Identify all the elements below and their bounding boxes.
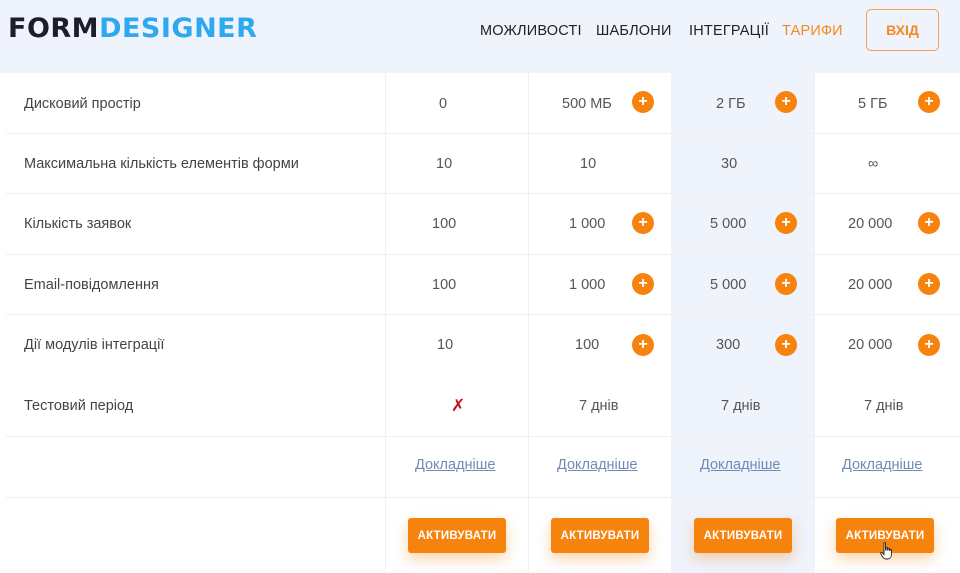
- nav-item-integrations[interactable]: ІНТЕГРАЦІЇ: [689, 21, 769, 41]
- activate-button[interactable]: АКТИВУВАТИ: [408, 518, 506, 553]
- add-icon[interactable]: +: [775, 334, 797, 356]
- logo-designer-text: DESIGNER: [99, 12, 258, 44]
- more-link[interactable]: Докладніше: [700, 457, 780, 473]
- table-row: Email-повідомлення 100 1 000 + 5 000 + 2…: [6, 254, 960, 315]
- row-label: Email-повідомлення: [24, 276, 159, 293]
- cell-value: 100: [432, 276, 457, 293]
- add-icon[interactable]: +: [918, 212, 940, 234]
- cell-value: 10: [436, 155, 453, 172]
- site-header: FORM DESIGNER МОЖЛИВОСТІ ШАБЛОНИ ІНТЕГРАЦ…: [0, 0, 960, 73]
- nav-item-features[interactable]: МОЖЛИВОСТІ: [480, 21, 582, 41]
- add-icon[interactable]: +: [775, 212, 797, 234]
- cross-icon: ✗: [451, 395, 466, 415]
- add-icon[interactable]: +: [632, 91, 654, 113]
- hand-cursor-icon: [880, 542, 892, 560]
- activate-button[interactable]: АКТИВУВАТИ: [551, 518, 649, 553]
- row-divider: [6, 497, 960, 498]
- row-divider: [6, 436, 960, 437]
- row-label: Дії модулів інтеграції: [24, 336, 165, 353]
- table-row: Максимальна кількість елементів форми 10…: [6, 133, 960, 194]
- table-row: Кількість заявок 100 1 000 + 5 000 + 20 …: [6, 193, 960, 254]
- cell-value: 1 000: [569, 215, 606, 232]
- add-icon[interactable]: +: [632, 334, 654, 356]
- add-icon[interactable]: +: [918, 273, 940, 295]
- login-button[interactable]: ВХІД: [866, 9, 939, 51]
- cell-value: 500 МБ: [562, 95, 612, 112]
- cell-value: 10: [437, 336, 454, 353]
- cell-value: 0: [439, 95, 448, 112]
- cell-value: 20 000: [848, 276, 893, 293]
- row-label: Максимальна кількість елементів форми: [24, 155, 299, 172]
- add-icon[interactable]: +: [775, 273, 797, 295]
- cell-value: 300: [716, 336, 741, 353]
- row-label: Дисковий простір: [24, 95, 141, 112]
- cell-value: 7 днів: [579, 397, 619, 414]
- more-link[interactable]: Докладніше: [415, 457, 495, 473]
- more-link[interactable]: Докладніше: [557, 457, 637, 473]
- cell-value: 20 000: [848, 336, 893, 353]
- more-link[interactable]: Докладніше: [842, 457, 922, 473]
- cell-value: 20 000: [848, 215, 893, 232]
- table-row: Дії модулів інтеграції 10 100 + 300 + 20…: [6, 314, 960, 375]
- nav-item-templates[interactable]: ШАБЛОНИ: [596, 21, 672, 41]
- add-icon[interactable]: +: [918, 91, 940, 113]
- add-icon[interactable]: +: [918, 334, 940, 356]
- table-row: Тестовий період ✗ 7 днів 7 днів 7 днів: [6, 375, 960, 436]
- pricing-table: Дисковий простір 0 500 МБ + 2 ГБ + 5 ГБ …: [6, 73, 960, 573]
- cell-value: 5 000: [710, 215, 747, 232]
- table-row: Дисковий простір 0 500 МБ + 2 ГБ + 5 ГБ …: [6, 73, 960, 134]
- cell-value: 2 ГБ: [716, 95, 746, 112]
- cell-value: ∞: [868, 155, 879, 172]
- cell-value: 7 днів: [721, 397, 761, 414]
- row-label: Тестовий період: [24, 397, 134, 414]
- cell-value: 1 000: [569, 276, 606, 293]
- add-icon[interactable]: +: [632, 212, 654, 234]
- cell-value: 5 ГБ: [858, 95, 888, 112]
- cell-value: 100: [432, 215, 457, 232]
- cell-value: 7 днів: [864, 397, 904, 414]
- nav-item-pricing[interactable]: ТАРИФИ: [782, 21, 843, 41]
- cell-value: 30: [721, 155, 738, 172]
- cell-value: 100: [575, 336, 600, 353]
- logo-form-text: FORM: [8, 12, 100, 44]
- cell-value: 10: [580, 155, 597, 172]
- cell-value: 5 000: [710, 276, 747, 293]
- add-icon[interactable]: +: [632, 273, 654, 295]
- add-icon[interactable]: +: [775, 91, 797, 113]
- row-label: Кількість заявок: [24, 215, 132, 232]
- logo[interactable]: FORM DESIGNER: [8, 12, 257, 44]
- activate-button[interactable]: АКТИВУВАТИ: [694, 518, 792, 553]
